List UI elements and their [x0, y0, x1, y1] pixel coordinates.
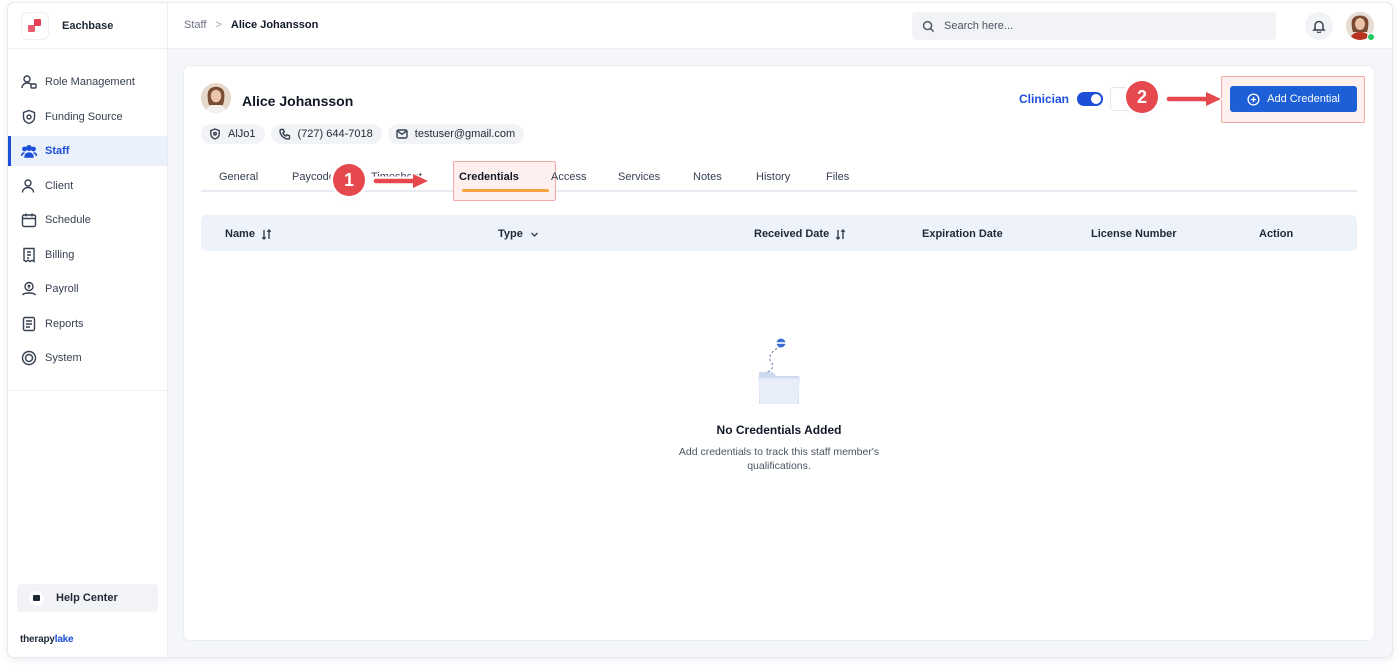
column-type[interactable]: Type — [498, 228, 540, 240]
tab-credentials[interactable]: Credentials — [459, 171, 519, 183]
search-box[interactable] — [912, 12, 1276, 40]
sidebar-item-label: Reports — [45, 317, 84, 330]
column-expiration-date: Expiration Date — [922, 228, 1003, 240]
brand-name: Eachbase — [62, 19, 114, 32]
profile-name: Alice Johansson — [242, 93, 354, 109]
sidebar-item-system[interactable]: System — [8, 343, 167, 373]
sidebar-item-label: Staff — [45, 145, 70, 157]
breadcrumb: Staff > Alice Johansson — [184, 19, 318, 31]
chat-icon — [29, 590, 44, 606]
shield-icon — [22, 109, 36, 124]
sort-icon[interactable] — [835, 228, 846, 240]
tab-notes[interactable]: Notes — [693, 171, 722, 183]
staff-icon — [21, 145, 37, 158]
tab-files[interactable]: Files — [826, 171, 849, 183]
shield-id-icon — [210, 128, 220, 140]
user-avatar[interactable] — [1346, 12, 1375, 41]
callout-arrow-2 — [1166, 90, 1224, 108]
role-management-icon — [21, 75, 37, 89]
help-center-button[interactable]: Help Center — [17, 584, 158, 612]
notifications-button[interactable] — [1305, 12, 1333, 40]
sidebar-item-schedule[interactable]: Schedule — [8, 205, 167, 235]
top-bar: Staff > Alice Johansson — [168, 3, 1392, 49]
column-name[interactable]: Name — [225, 228, 272, 240]
bell-icon — [1312, 20, 1326, 33]
help-center-label: Help Center — [56, 592, 118, 604]
sort-icon[interactable] — [261, 228, 272, 240]
tab-general[interactable]: General — [219, 171, 258, 183]
brand-logo-icon — [22, 12, 48, 39]
callout-badge-2: 2 — [1126, 81, 1158, 113]
sidebar-item-label: Payroll — [45, 283, 79, 295]
phone-chip[interactable]: (727) 644-7018 — [270, 124, 382, 144]
email-chip[interactable]: testuser@gmail.com — [387, 124, 525, 144]
powered-by-logo: therapylake — [20, 634, 74, 645]
breadcrumb-separator: > — [215, 19, 222, 31]
add-credential-button[interactable]: Add Credential — [1230, 86, 1357, 112]
staff-detail-card: Alice Johansson AlJo1 (727) 644-7018 tes… — [184, 66, 1374, 640]
sidebar-item-reports[interactable]: Reports — [8, 309, 167, 339]
active-tab-indicator — [462, 189, 549, 192]
phone-icon — [278, 128, 290, 140]
tab-services[interactable]: Services — [618, 171, 660, 183]
profile-chips: AlJo1 (727) 644-7018 testuser@gmail.com — [201, 124, 525, 144]
column-license-number: License Number — [1091, 228, 1177, 240]
empty-state-title: No Credentials Added — [716, 423, 842, 437]
sidebar-item-label: Billing — [45, 248, 75, 261]
tab-access[interactable]: Access — [551, 171, 586, 183]
clinician-toggle[interactable] — [1077, 92, 1104, 106]
sidebar-item-staff[interactable]: Staff — [8, 136, 167, 166]
breadcrumb-parent[interactable]: Staff — [184, 19, 206, 31]
profile-avatar-image — [201, 83, 231, 113]
payroll-icon — [21, 281, 37, 296]
billing-icon — [23, 247, 35, 263]
sidebar-item-payroll[interactable]: Payroll — [8, 274, 167, 304]
plus-circle-icon — [1247, 92, 1260, 106]
mail-icon — [396, 129, 408, 139]
breadcrumb-current: Alice Johansson — [230, 19, 319, 31]
system-icon — [21, 350, 37, 366]
sidebar-item-role-management[interactable]: Role Management — [8, 67, 167, 97]
client-icon — [21, 178, 35, 193]
clinician-toggle-group[interactable]: Clinician — [1019, 92, 1104, 106]
sidebar-item-billing[interactable]: Billing — [8, 240, 167, 270]
tab-history[interactable]: History — [756, 171, 790, 183]
column-action: Action — [1259, 228, 1294, 240]
sidebar-nav: Role Management Funding Source Staff Cli… — [8, 49, 167, 391]
calendar-icon — [21, 213, 37, 228]
online-status-dot — [1367, 33, 1375, 41]
sidebar-item-label: Schedule — [45, 214, 91, 226]
reports-icon — [22, 316, 36, 331]
sidebar-item-label: Funding Source — [45, 110, 123, 123]
profile-avatar — [201, 83, 231, 113]
sidebar-item-client[interactable]: Client — [8, 171, 167, 201]
sidebar-item-funding-source[interactable]: Funding Source — [8, 102, 167, 132]
brand[interactable]: Eachbase — [8, 3, 167, 49]
clinician-label: Clinician — [1019, 92, 1070, 106]
sidebar-item-label: Client — [45, 179, 74, 192]
credentials-table-header: Name Type Received Date Expiration Date … — [201, 215, 1357, 251]
chevron-down-icon[interactable] — [529, 229, 540, 240]
sidebar: Eachbase Role Management Funding Source … — [8, 3, 168, 657]
column-received-date[interactable]: Received Date — [754, 228, 846, 240]
sidebar-item-label: System — [45, 352, 82, 364]
staff-id-chip: AlJo1 — [201, 124, 265, 144]
app-window: Eachbase Role Management Funding Source … — [8, 3, 1392, 657]
sidebar-item-label: Role Management — [45, 76, 135, 88]
search-input[interactable] — [944, 20, 1244, 32]
search-icon — [922, 20, 935, 32]
callout-badge-1: 1 — [333, 164, 365, 196]
callout-arrow-1 — [373, 172, 431, 190]
empty-folder-icon — [758, 338, 800, 404]
empty-state-description: Add credentials to track this staff memb… — [678, 446, 880, 472]
